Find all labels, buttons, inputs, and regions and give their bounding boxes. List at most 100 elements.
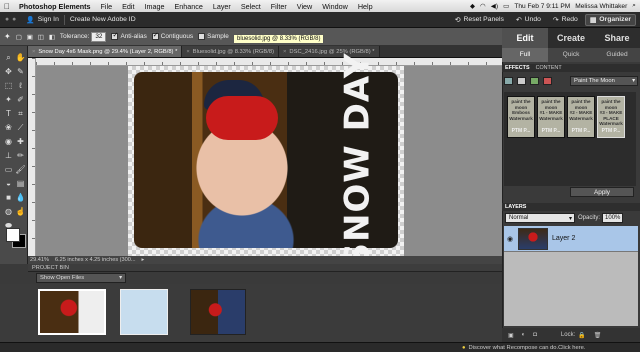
menu-select[interactable]: Select — [236, 2, 266, 11]
apply-button[interactable]: Apply — [570, 187, 634, 197]
visibility-eye-icon[interactable]: ◉ — [506, 235, 514, 243]
magic-wand-icon[interactable]: ✦ — [4, 32, 11, 41]
organizer-button[interactable]: ▦ Organizer — [584, 13, 636, 26]
bin-thumbnail-snow-day[interactable] — [38, 289, 106, 335]
shape-tool-icon[interactable]: ■ — [3, 192, 14, 203]
status-arrow-icon[interactable]: ▸ — [142, 257, 145, 263]
menu-layer[interactable]: Layer — [208, 2, 236, 11]
zoom-level[interactable]: 29.41% — [30, 257, 49, 263]
menu-edit[interactable]: Edit — [117, 2, 139, 11]
menu-app-name[interactable]: Photoshop Elements — [14, 2, 95, 11]
tab-edit[interactable]: Edit — [502, 28, 548, 48]
sample-all-layers-checkbox[interactable]: Sample — [198, 33, 229, 40]
create-adobe-id-link[interactable]: Create New Adobe ID — [65, 16, 141, 23]
spotlight-icon[interactable]: ⌕ — [632, 2, 636, 10]
menu-filter[interactable]: Filter — [266, 2, 292, 11]
tool-mode-icon[interactable]: ▢ — [16, 33, 22, 41]
close-tab-icon[interactable]: × — [186, 49, 189, 55]
tab-share[interactable]: Share — [594, 28, 640, 48]
lasso-tool-icon[interactable]: ℓ — [15, 80, 26, 91]
layer-name[interactable]: Layer 2 — [552, 235, 575, 242]
effect-make-watermark-2[interactable]: paint the moon #2 - MAKE Watermark PTM P… — [567, 96, 595, 138]
adjustment-layer-icon[interactable]: ◐ — [522, 332, 526, 338]
filters-icon[interactable] — [504, 77, 513, 85]
anti-alias-checkbox[interactable]: Anti-alias — [111, 31, 147, 40]
recompose-hint[interactable]: ● Discover what Recompose can do.Click h… — [462, 345, 585, 351]
selection-brush-icon[interactable]: ✐ — [15, 94, 26, 105]
window-control-icon[interactable]: ● — [12, 16, 16, 23]
close-tab-icon[interactable]: × — [32, 49, 35, 55]
wifi-icon[interactable]: ◠ — [480, 2, 486, 10]
eyedropper-tool-icon[interactable]: ✎ — [15, 66, 26, 77]
menu-view[interactable]: View — [292, 2, 317, 11]
clone-stamp-icon[interactable]: ⊥ — [3, 150, 14, 161]
gradient-tool-icon[interactable]: ▤ — [15, 178, 26, 189]
effect-make-place-watermark[interactable]: paint the moon #3 - MAKE PLACE Watermark… — [597, 96, 625, 138]
effect-emboss-watermark[interactable]: paint the moon Emboss Watermark PTM P... — [507, 96, 535, 138]
menu-image[interactable]: Image — [139, 2, 169, 11]
contiguous-checkbox[interactable]: Contiguous — [151, 31, 193, 40]
tool-mode-icon[interactable]: ▣ — [27, 33, 33, 41]
move-tool-icon[interactable]: ✥ — [3, 66, 14, 77]
blur-tool-icon[interactable]: 💧 — [15, 192, 26, 203]
crop-tool-icon[interactable]: ⌗ — [15, 108, 26, 119]
foreground-color-swatch[interactable] — [6, 228, 20, 242]
mask-icon[interactable]: ◘ — [533, 332, 537, 338]
menu-enhance[interactable]: Enhance — [169, 2, 207, 11]
tab-full[interactable]: Full — [502, 48, 548, 62]
eraser-tool-icon[interactable]: ▭ — [3, 164, 14, 175]
smudge-tool-icon[interactable]: ☝ — [15, 206, 26, 217]
tab-create[interactable]: Create — [548, 28, 594, 48]
tab-content[interactable]: CONTENT — [536, 65, 562, 71]
brush-tool-icon[interactable]: 🖌 — [15, 164, 26, 175]
menu-window[interactable]: Window — [317, 2, 353, 11]
delete-layer-icon[interactable]: 🗑 — [594, 332, 602, 339]
reset-panels-button[interactable]: ⟲ Reset Panels — [450, 16, 509, 24]
menubar-user[interactable]: Melissa Whittaker — [575, 3, 627, 10]
tool-mode-icon[interactable]: ◫ — [38, 33, 44, 41]
blend-mode-dropdown[interactable]: Normal ▾ — [505, 213, 575, 223]
bin-thumbnail-bluesolid[interactable] — [120, 289, 168, 335]
menubar-datetime[interactable]: Thu Feb 7 9:11 PM — [514, 3, 570, 10]
magic-wand-tool-icon[interactable]: ✦ — [3, 94, 14, 105]
new-layer-icon[interactable]: ▣ — [508, 332, 514, 339]
tolerance-input[interactable]: 32 — [91, 31, 107, 42]
sign-in-button[interactable]: 👤 Sign In — [21, 16, 64, 24]
bin-thumbnail-dsc[interactable] — [190, 289, 246, 335]
doc-tab-snow-day[interactable]: × Snow Day 4x6 Mask.png @ 29.4% (Layer 2… — [28, 46, 183, 57]
apple-menu-icon[interactable]:  — [0, 2, 14, 11]
layer-row-layer-2[interactable]: ◉ Layer 2 — [504, 226, 638, 252]
type-tool-icon[interactable]: T — [3, 108, 14, 119]
undo-button[interactable]: ↶ Undo — [511, 16, 546, 24]
cookie-cutter-icon[interactable]: ❀ — [3, 122, 14, 133]
marquee-tool-icon[interactable]: ⬚ — [3, 80, 14, 91]
menu-help[interactable]: Help — [353, 2, 378, 11]
hand-tool-icon[interactable]: ✋ — [15, 52, 26, 63]
battery-icon[interactable]: ▭ — [503, 2, 509, 10]
effects-category-dropdown[interactable]: Paint The Moon ▾ — [570, 76, 638, 86]
photo-effects-icon[interactable] — [530, 77, 539, 85]
layer-styles-icon[interactable] — [517, 77, 526, 85]
show-files-dropdown[interactable]: Show Open Files ▾ — [36, 273, 126, 283]
paint-bucket-icon[interactable]: ◒ — [3, 178, 14, 189]
effect-make-watermark-1[interactable]: paint the moon #1 - MAKE Watermark PTM P… — [537, 96, 565, 138]
close-tab-icon[interactable]: × — [283, 49, 286, 55]
menu-file[interactable]: File — [95, 2, 117, 11]
redo-button[interactable]: ↷ Redo — [548, 16, 583, 24]
all-effects-icon[interactable] — [543, 77, 552, 85]
dropbox-icon[interactable]: ◆ — [470, 2, 475, 10]
tool-mode-icon[interactable]: ◧ — [49, 33, 55, 41]
volume-icon[interactable]: ◀) — [491, 2, 498, 10]
sponge-tool-icon[interactable]: ◍ — [3, 206, 14, 217]
tab-guided[interactable]: Guided — [594, 48, 640, 62]
doc-tab-bluesolid[interactable]: × Bluesolid.jpg @ 8.33% (RGB/8) — [182, 46, 280, 57]
window-control-icon[interactable]: ● — [5, 16, 9, 23]
straighten-tool-icon[interactable]: ⟋ — [15, 122, 26, 133]
tab-quick[interactable]: Quick — [548, 48, 594, 62]
healing-brush-icon[interactable]: ✚ — [15, 136, 26, 147]
pencil-tool-icon[interactable]: ✏ — [15, 150, 26, 161]
tab-effects[interactable]: EFFECTS — [505, 65, 530, 71]
zoom-tool-icon[interactable]: ⌕ — [3, 52, 14, 63]
red-eye-tool-icon[interactable]: ◉ — [3, 136, 14, 147]
opacity-input[interactable]: 100% — [602, 213, 624, 223]
